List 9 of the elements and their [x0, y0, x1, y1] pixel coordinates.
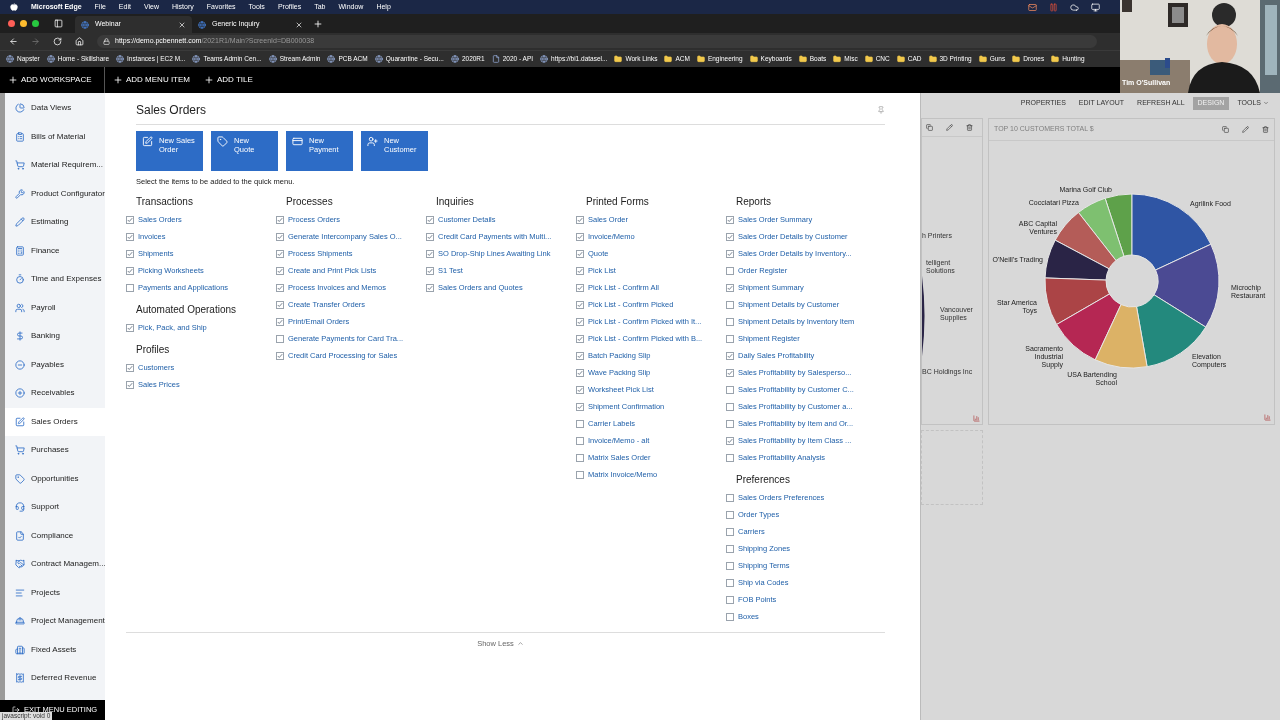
group-heading: Reports: [736, 195, 772, 210]
group-heading: Printed Forms: [586, 195, 650, 210]
group-heading: Profiles: [136, 343, 171, 358]
group-heading: Inquiries: [436, 195, 475, 210]
group-heading: Processes: [286, 195, 334, 210]
page-title: Sales Orders: [136, 102, 207, 119]
group-heading: Automated Operations: [136, 303, 238, 318]
group-heading: Transactions: [136, 195, 194, 210]
group-heading: Preferences: [736, 473, 791, 488]
